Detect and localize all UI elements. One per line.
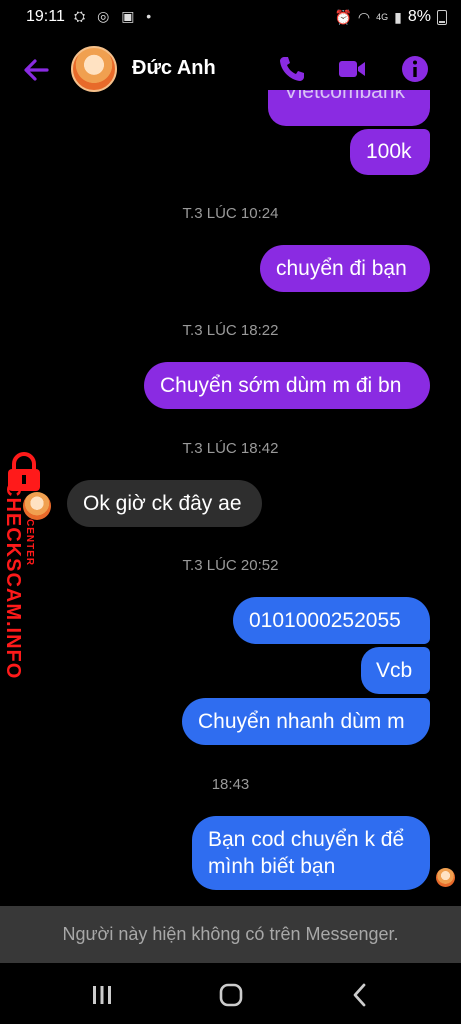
- status-time: 19:11: [26, 8, 65, 25]
- status-right: ⏰ ◠ 4G ▮ 8%: [334, 8, 447, 26]
- timestamp: T.3 LÚC 18:42: [182, 440, 279, 457]
- message-bubble-received[interactable]: Ok giờ ck đây ae: [67, 480, 262, 527]
- video-call-icon[interactable]: [337, 54, 367, 84]
- contact-name[interactable]: Đức Anh: [132, 57, 216, 80]
- wifi-icon: ◠: [357, 8, 371, 25]
- message-bubble-partial[interactable]: Vietcombank: [268, 90, 430, 126]
- message-bubble[interactable]: Bạn cod chuyển k để mình biết bạn: [192, 816, 430, 890]
- battery-icon: [437, 9, 447, 25]
- message-bubble[interactable]: Chuyển sớm dùm m đi bn: [144, 362, 430, 409]
- message-bubble[interactable]: 0101000252055: [233, 597, 430, 644]
- message-bubble[interactable]: Vcb: [361, 647, 430, 694]
- timestamp: T.3 LÚC 18:22: [182, 322, 279, 339]
- phone-call-icon[interactable]: [277, 54, 307, 84]
- timestamp: T.3 LÚC 10:24: [182, 205, 279, 222]
- sender-avatar[interactable]: [23, 492, 51, 520]
- unavailable-notice: Người này hiện không có trên Messenger.: [0, 906, 461, 963]
- system-nav-bar: [0, 963, 461, 1024]
- battery-percent: 8%: [407, 8, 431, 25]
- message-bubble[interactable]: Chuyển nhanh dùm m: [182, 698, 430, 745]
- message-bubble[interactable]: chuyển đi bạn: [260, 245, 430, 292]
- watermark-text: CHECKSCAM.INFO: [2, 482, 24, 680]
- contact-avatar[interactable]: [71, 46, 117, 92]
- status-bar: 19:11 ⛭ ◎ ▣ • ⏰ ◠ 4G ▮ 8%: [0, 0, 461, 34]
- message-bubble[interactable]: 100k: [350, 129, 430, 175]
- home-icon[interactable]: [217, 981, 245, 1009]
- alarm-icon: ⏰: [334, 8, 352, 25]
- network-label: 4G: [376, 12, 389, 22]
- timestamp: 18:43: [211, 776, 250, 793]
- back-arrow-icon[interactable]: [18, 52, 54, 88]
- notification-icons: ⛭ ◎ ▣ •: [74, 8, 156, 24]
- timestamp: T.3 LÚC 20:52: [182, 557, 279, 574]
- info-icon[interactable]: [400, 54, 430, 84]
- read-receipt-avatar: [436, 868, 455, 887]
- signal-icon: ▮: [394, 8, 402, 25]
- back-nav-icon[interactable]: [346, 981, 374, 1009]
- recent-apps-icon[interactable]: [88, 981, 116, 1009]
